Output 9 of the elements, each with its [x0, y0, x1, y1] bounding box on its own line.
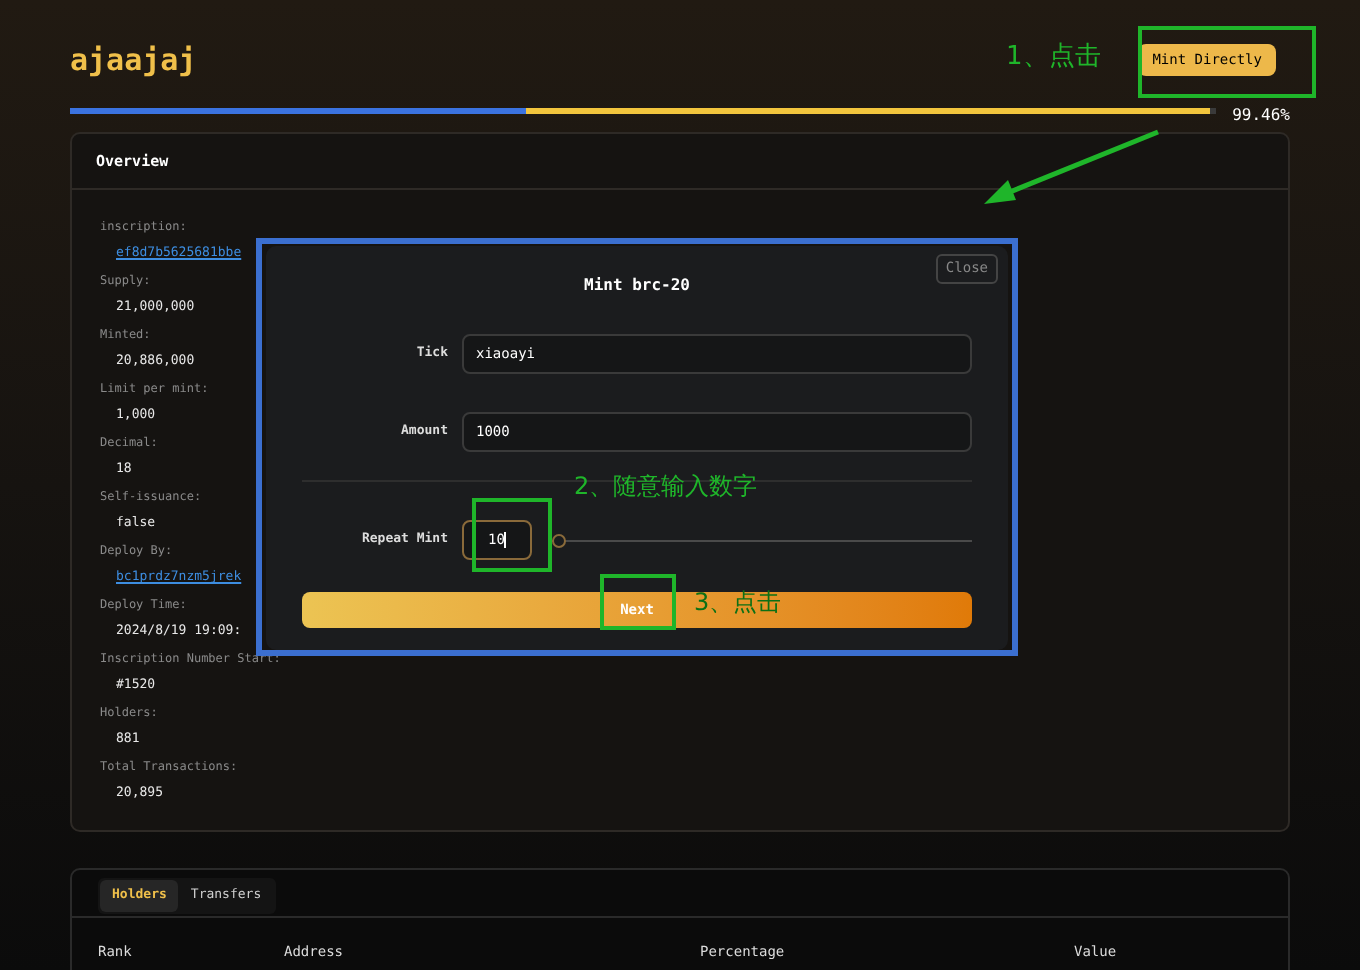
annotation-text: 3、点击	[694, 586, 782, 620]
annotation-text: 2、随意输入数字	[574, 470, 758, 504]
progress-reading: 99.46%	[1232, 104, 1290, 128]
annotation-text: 1、点击	[1006, 40, 1101, 76]
annotation-box	[472, 498, 552, 572]
page-title: ajaajaj	[70, 39, 197, 82]
annotation-box	[600, 574, 676, 630]
dialog-title: Mint brc-20	[584, 274, 690, 298]
slider-thumb[interactable]	[552, 533, 566, 547]
